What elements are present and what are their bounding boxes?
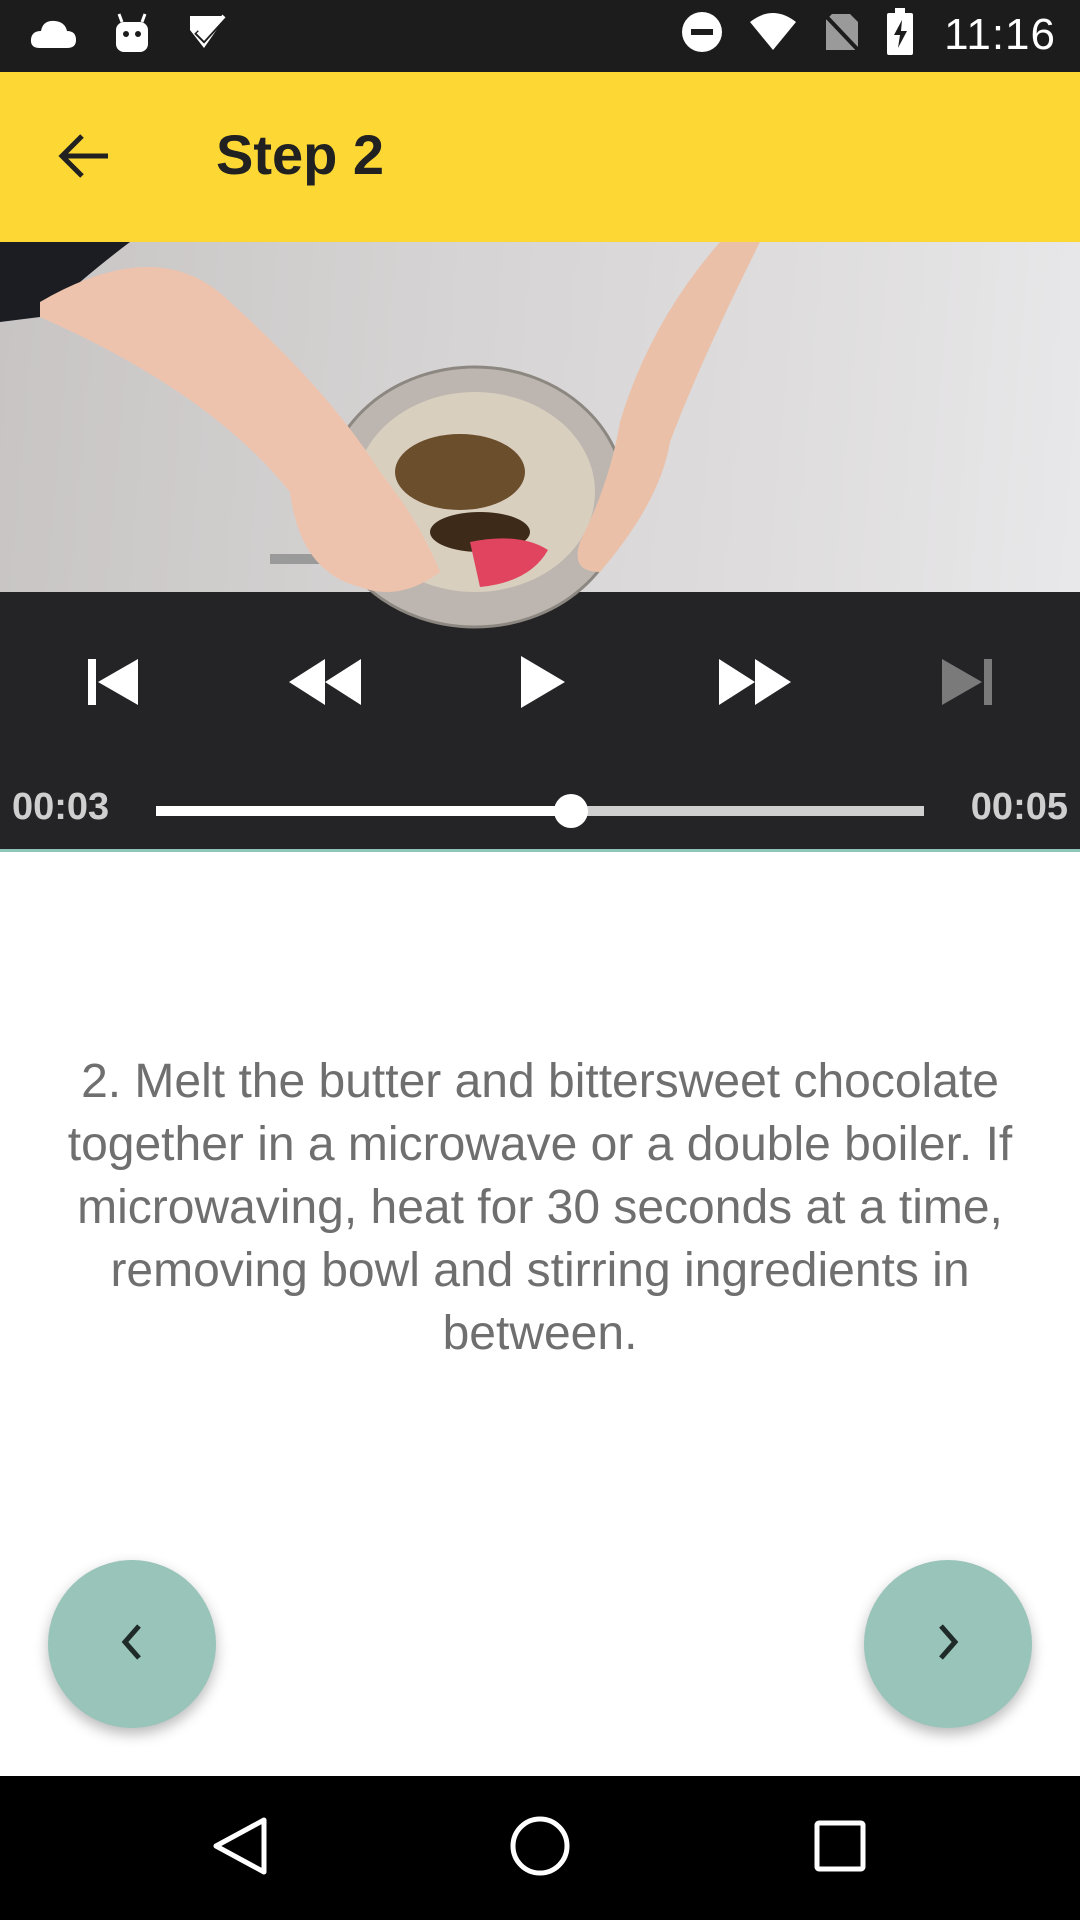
chevron-right-icon xyxy=(933,1622,963,1667)
arrow-back-icon xyxy=(58,133,110,184)
skip-next-icon xyxy=(940,657,994,712)
no-sim-icon xyxy=(822,10,862,59)
back-button[interactable] xyxy=(52,126,116,190)
seek-bar[interactable] xyxy=(156,794,924,828)
system-home-button[interactable] xyxy=(460,1776,620,1920)
wifi-icon xyxy=(748,12,798,57)
home-circle-icon xyxy=(509,1815,571,1882)
skip-previous-button[interactable] xyxy=(58,624,168,744)
notification-icons xyxy=(28,12,228,61)
back-triangle-icon xyxy=(212,1816,268,1881)
video-frame[interactable] xyxy=(0,242,1080,629)
page-title: Step 2 xyxy=(216,123,385,186)
skip-next-button[interactable] xyxy=(912,624,1022,744)
system-navigation-bar xyxy=(0,1776,1080,1920)
total-time: 00:05 xyxy=(970,786,1068,828)
skip-previous-icon xyxy=(86,657,140,712)
step-description: 2. Melt the butter and bittersweet choco… xyxy=(67,1055,1013,1360)
chevron-left-icon xyxy=(117,1622,147,1667)
android-icon xyxy=(112,12,152,61)
current-time: 00:03 xyxy=(12,786,110,828)
seek-bar-progress xyxy=(156,806,571,816)
do-not-disturb-icon xyxy=(680,10,724,59)
fast-forward-button[interactable] xyxy=(700,624,810,744)
previous-step-button[interactable] xyxy=(48,1560,216,1728)
playback-controls xyxy=(0,624,1080,744)
system-back-button[interactable] xyxy=(160,1776,320,1920)
app-bar: Step 2 xyxy=(0,72,1080,242)
next-step-button[interactable] xyxy=(864,1560,1032,1728)
status-clock: 11:16 xyxy=(944,9,1056,59)
checklist-icon xyxy=(186,12,228,61)
seek-bar-thumb[interactable] xyxy=(553,794,588,828)
status-bar: 11:16 xyxy=(0,0,1080,72)
recents-square-icon xyxy=(813,1819,867,1878)
rewind-button[interactable] xyxy=(270,624,380,744)
cloud-icon xyxy=(28,14,78,59)
rewind-icon xyxy=(287,657,363,712)
play-icon xyxy=(519,654,567,715)
system-status-icons: 11:16 xyxy=(680,8,1056,61)
video-player[interactable]: 00:03 00:05 xyxy=(0,242,1080,852)
system-recents-button[interactable] xyxy=(760,1776,920,1920)
battery-charging-icon xyxy=(886,8,914,61)
fast-forward-icon xyxy=(717,657,793,712)
play-button[interactable] xyxy=(488,624,598,744)
